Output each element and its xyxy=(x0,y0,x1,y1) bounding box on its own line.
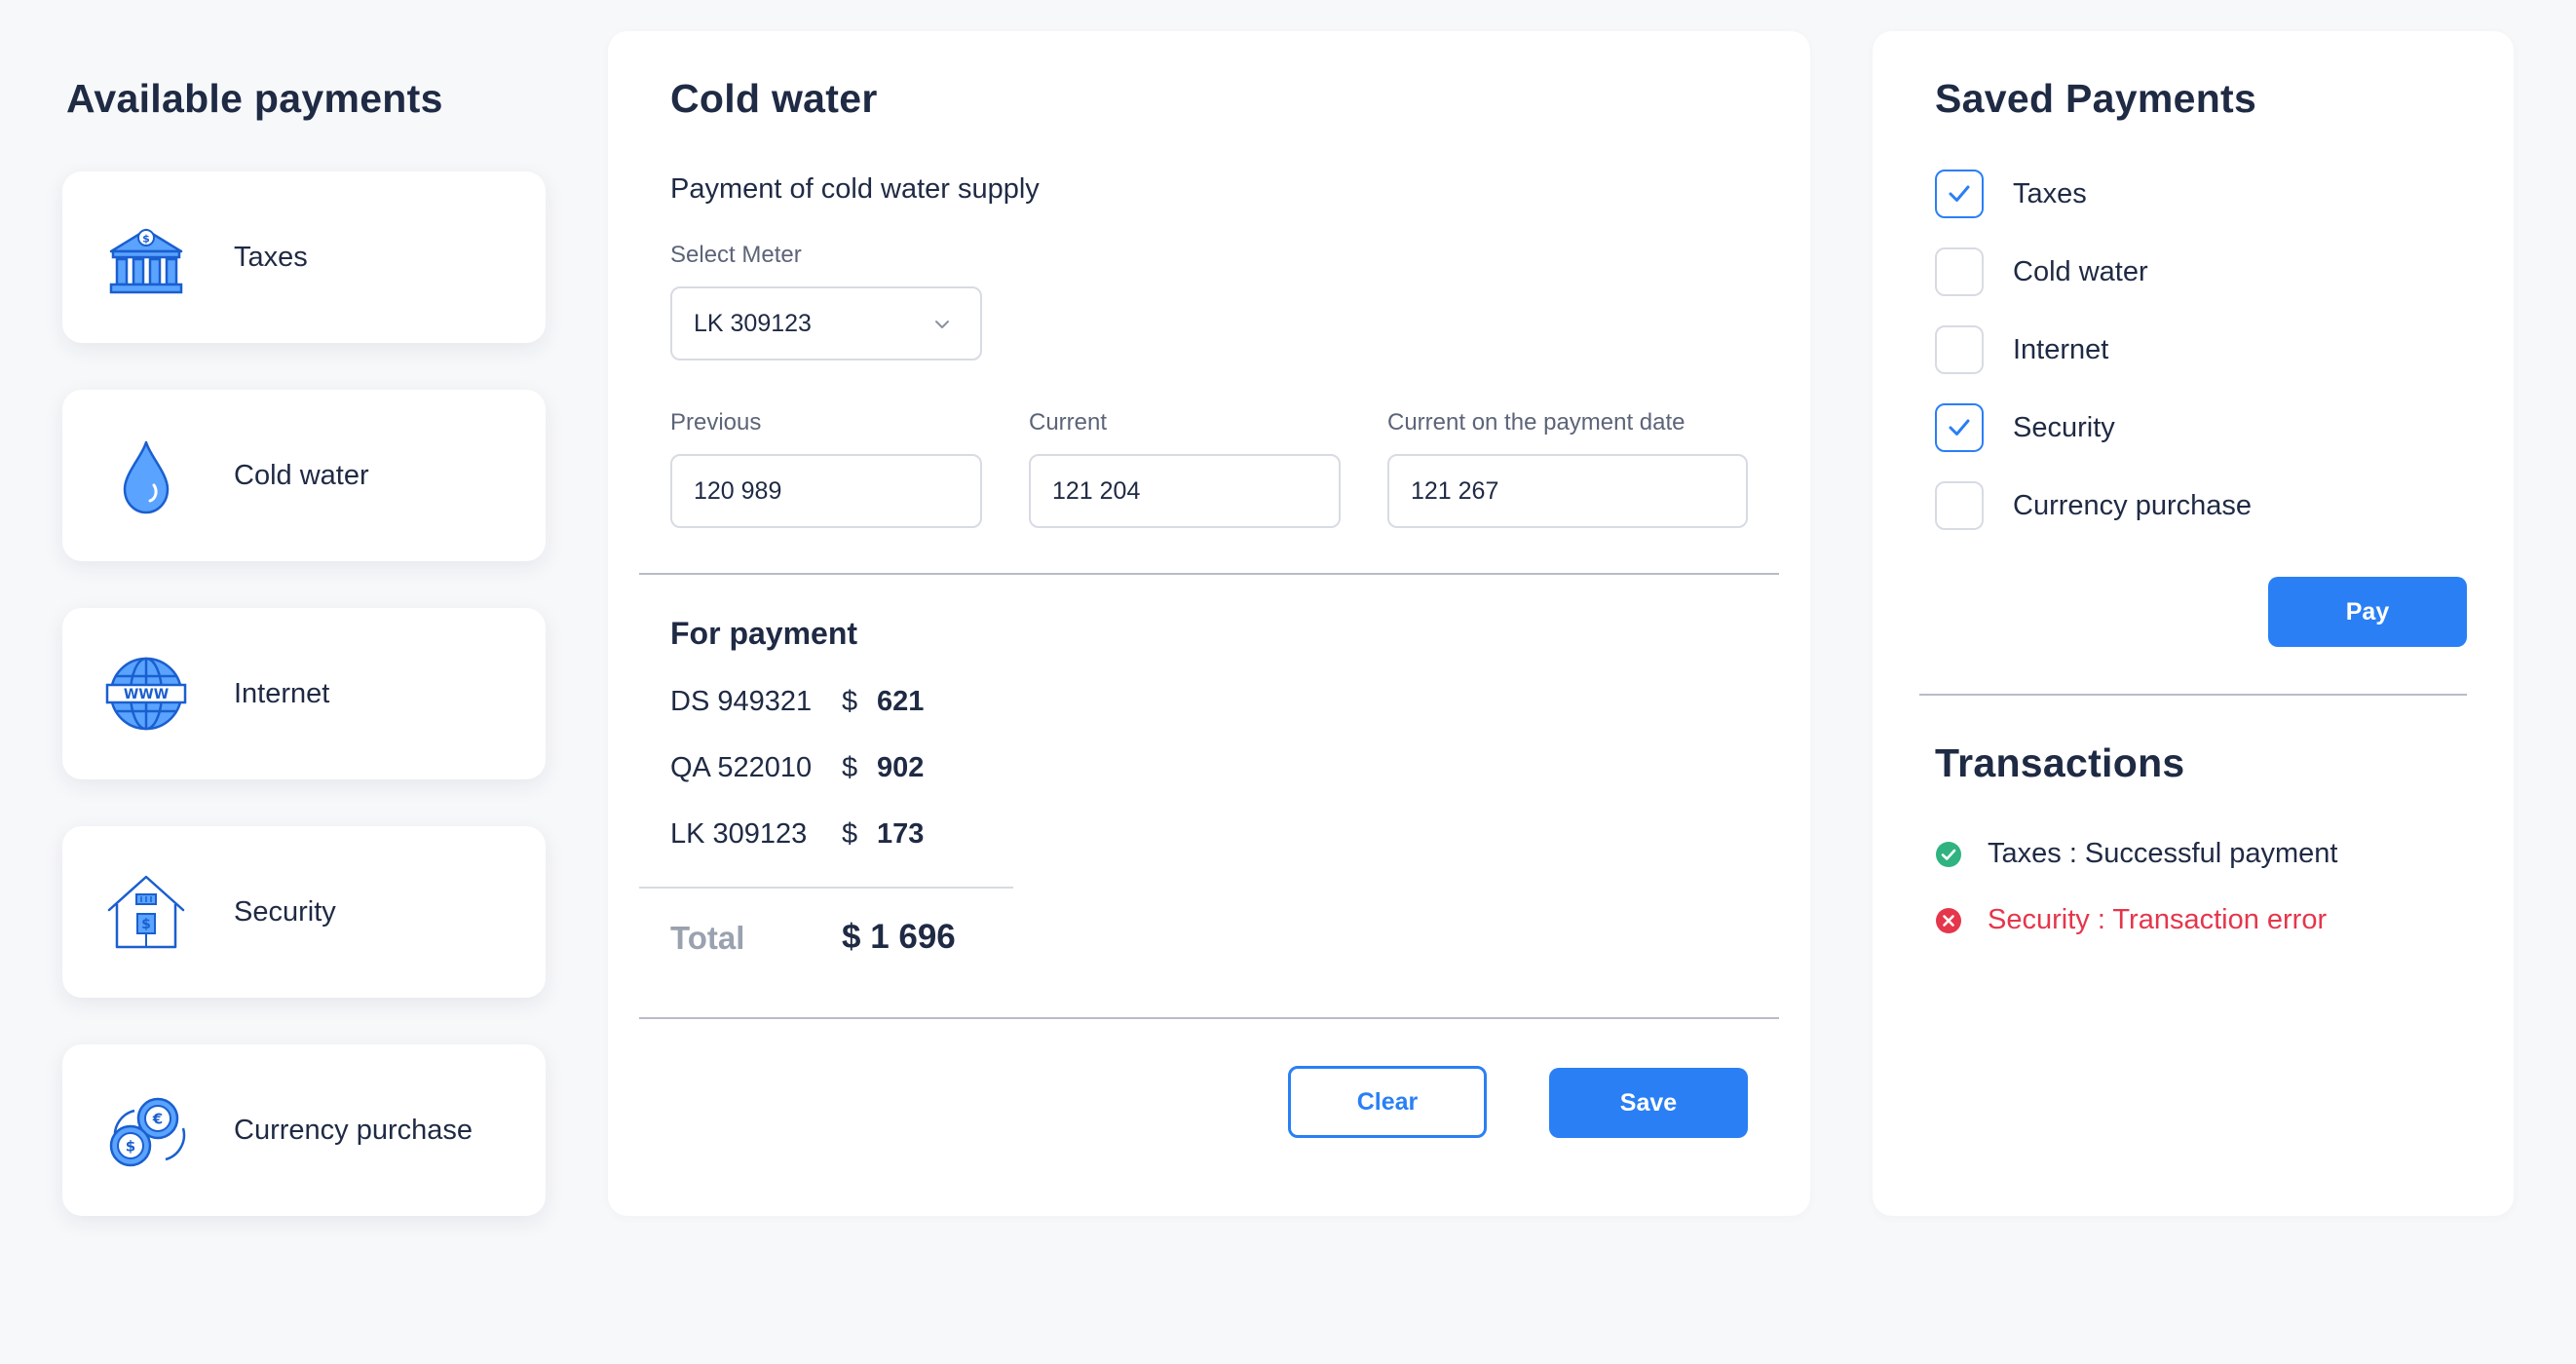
saved-payments-title: Saved Payments xyxy=(1935,76,2257,121)
payment-row-id: LK 309123 xyxy=(670,818,808,850)
current-input[interactable] xyxy=(1029,454,1341,528)
error-circle-icon xyxy=(1936,907,1961,933)
check-circle-icon xyxy=(1936,841,1961,867)
saved-item-label: Currency purchase xyxy=(2013,489,2252,521)
water-drop-icon xyxy=(105,435,187,516)
saved-item-label: Internet xyxy=(2013,333,2109,365)
bank-icon: $ xyxy=(105,216,187,298)
meter-select-value: LK 309123 xyxy=(694,309,812,337)
detail-title: Cold water xyxy=(670,76,878,121)
payment-card-label: Taxes xyxy=(234,241,308,273)
total-label: Total xyxy=(670,920,745,956)
transaction-text: Taxes : Successful payment xyxy=(1988,838,2338,869)
svg-text:WWW: WWW xyxy=(124,687,169,702)
payments-screen: Available payments $ Taxes Cold water WW… xyxy=(0,0,2576,1364)
globe-www-icon: WWW xyxy=(105,653,187,735)
payment-card-label: Cold water xyxy=(234,459,369,491)
payment-row-currency: $ xyxy=(842,686,858,717)
meter-select[interactable]: LK 309123 xyxy=(670,286,982,360)
payment-card-internet[interactable]: WWW Internet xyxy=(62,608,546,779)
saved-item-internet[interactable]: Internet xyxy=(1935,325,2108,374)
pay-button[interactable]: Pay xyxy=(2268,577,2467,647)
previous-input[interactable] xyxy=(670,454,982,528)
divider xyxy=(1919,694,2467,696)
payment-card-label: Internet xyxy=(234,677,330,709)
check-icon xyxy=(1949,185,1970,202)
divider xyxy=(639,1017,1779,1019)
saved-item-label: Taxes xyxy=(2013,177,2087,209)
svg-text:$: $ xyxy=(126,1138,135,1156)
payment-card-security[interactable]: $ Security xyxy=(62,826,546,998)
payment-row-id: QA 522010 xyxy=(670,752,813,783)
coins-icon: € $ xyxy=(105,1089,187,1171)
saved-item-currency-purchase[interactable]: Currency purchase xyxy=(1935,481,2252,530)
svg-text:$: $ xyxy=(142,233,150,246)
saved-item-cold-water[interactable]: Cold water xyxy=(1935,247,2148,296)
previous-label: Previous xyxy=(670,409,762,436)
clear-button[interactable]: Clear xyxy=(1288,1066,1487,1138)
check-icon xyxy=(1949,419,1970,436)
payment-row-amount: 621 xyxy=(877,686,925,717)
saved-item-label: Cold water xyxy=(2013,255,2148,287)
payment-card-currency-purchase[interactable]: € $ Currency purchase xyxy=(62,1044,546,1216)
current-label: Current xyxy=(1029,409,1108,436)
payment-row-currency: $ xyxy=(842,752,858,783)
payment-row-amount: 902 xyxy=(877,752,925,783)
checkbox[interactable] xyxy=(1935,403,1984,452)
checkbox[interactable] xyxy=(1935,325,1984,374)
payment-row-id: DS 949321 xyxy=(670,686,813,717)
detail-subtitle: Payment of cold water supply xyxy=(670,173,1040,205)
saved-item-label: Security xyxy=(2013,411,2115,443)
payment-row-amount: 173 xyxy=(877,818,925,850)
transaction-text: Security : Transaction error xyxy=(1988,904,2328,935)
svg-text:$: $ xyxy=(141,917,151,932)
checkbox[interactable] xyxy=(1935,481,1984,530)
checkbox[interactable] xyxy=(1935,170,1984,218)
divider xyxy=(639,573,1779,575)
saved-payments-panel: Saved Payments Taxes Cold water Internet… xyxy=(1873,31,2514,1216)
payment-row: QA 522010 xyxy=(670,752,812,784)
total-divider xyxy=(639,887,1013,889)
payment-card-label: Currency purchase xyxy=(234,1114,473,1146)
payment-card-cold-water[interactable]: Cold water xyxy=(62,390,546,561)
payment-row: DS 949321 xyxy=(670,686,812,718)
chevron-down-icon xyxy=(935,321,949,328)
house-safe-icon: $ xyxy=(105,871,187,953)
save-button[interactable]: Save xyxy=(1549,1068,1748,1138)
payment-detail-panel: Cold water Payment of cold water supply … xyxy=(608,31,1810,1216)
current-on-date-input[interactable] xyxy=(1387,454,1748,528)
saved-item-taxes[interactable]: Taxes xyxy=(1935,170,2087,218)
checkbox[interactable] xyxy=(1935,247,1984,296)
current-on-date-label: Current on the payment date xyxy=(1387,409,1686,436)
svg-text:€: € xyxy=(152,1111,163,1128)
saved-item-security[interactable]: Security xyxy=(1935,403,2115,452)
payment-row: LK 309123 xyxy=(670,818,807,851)
transaction-item-success: Taxes : Successful payment xyxy=(1935,838,2337,870)
select-meter-label: Select Meter xyxy=(670,242,802,268)
payment-card-taxes[interactable]: $ Taxes xyxy=(62,171,546,343)
payment-card-label: Security xyxy=(234,895,336,928)
for-payment-title: For payment xyxy=(670,616,858,651)
total-value: $ 1 696 xyxy=(842,918,956,956)
payment-row-currency: $ xyxy=(842,818,858,850)
transactions-title: Transactions xyxy=(1935,740,2185,785)
transaction-item-error: Security : Transaction error xyxy=(1935,904,2327,936)
available-payments-title: Available payments xyxy=(66,76,443,121)
